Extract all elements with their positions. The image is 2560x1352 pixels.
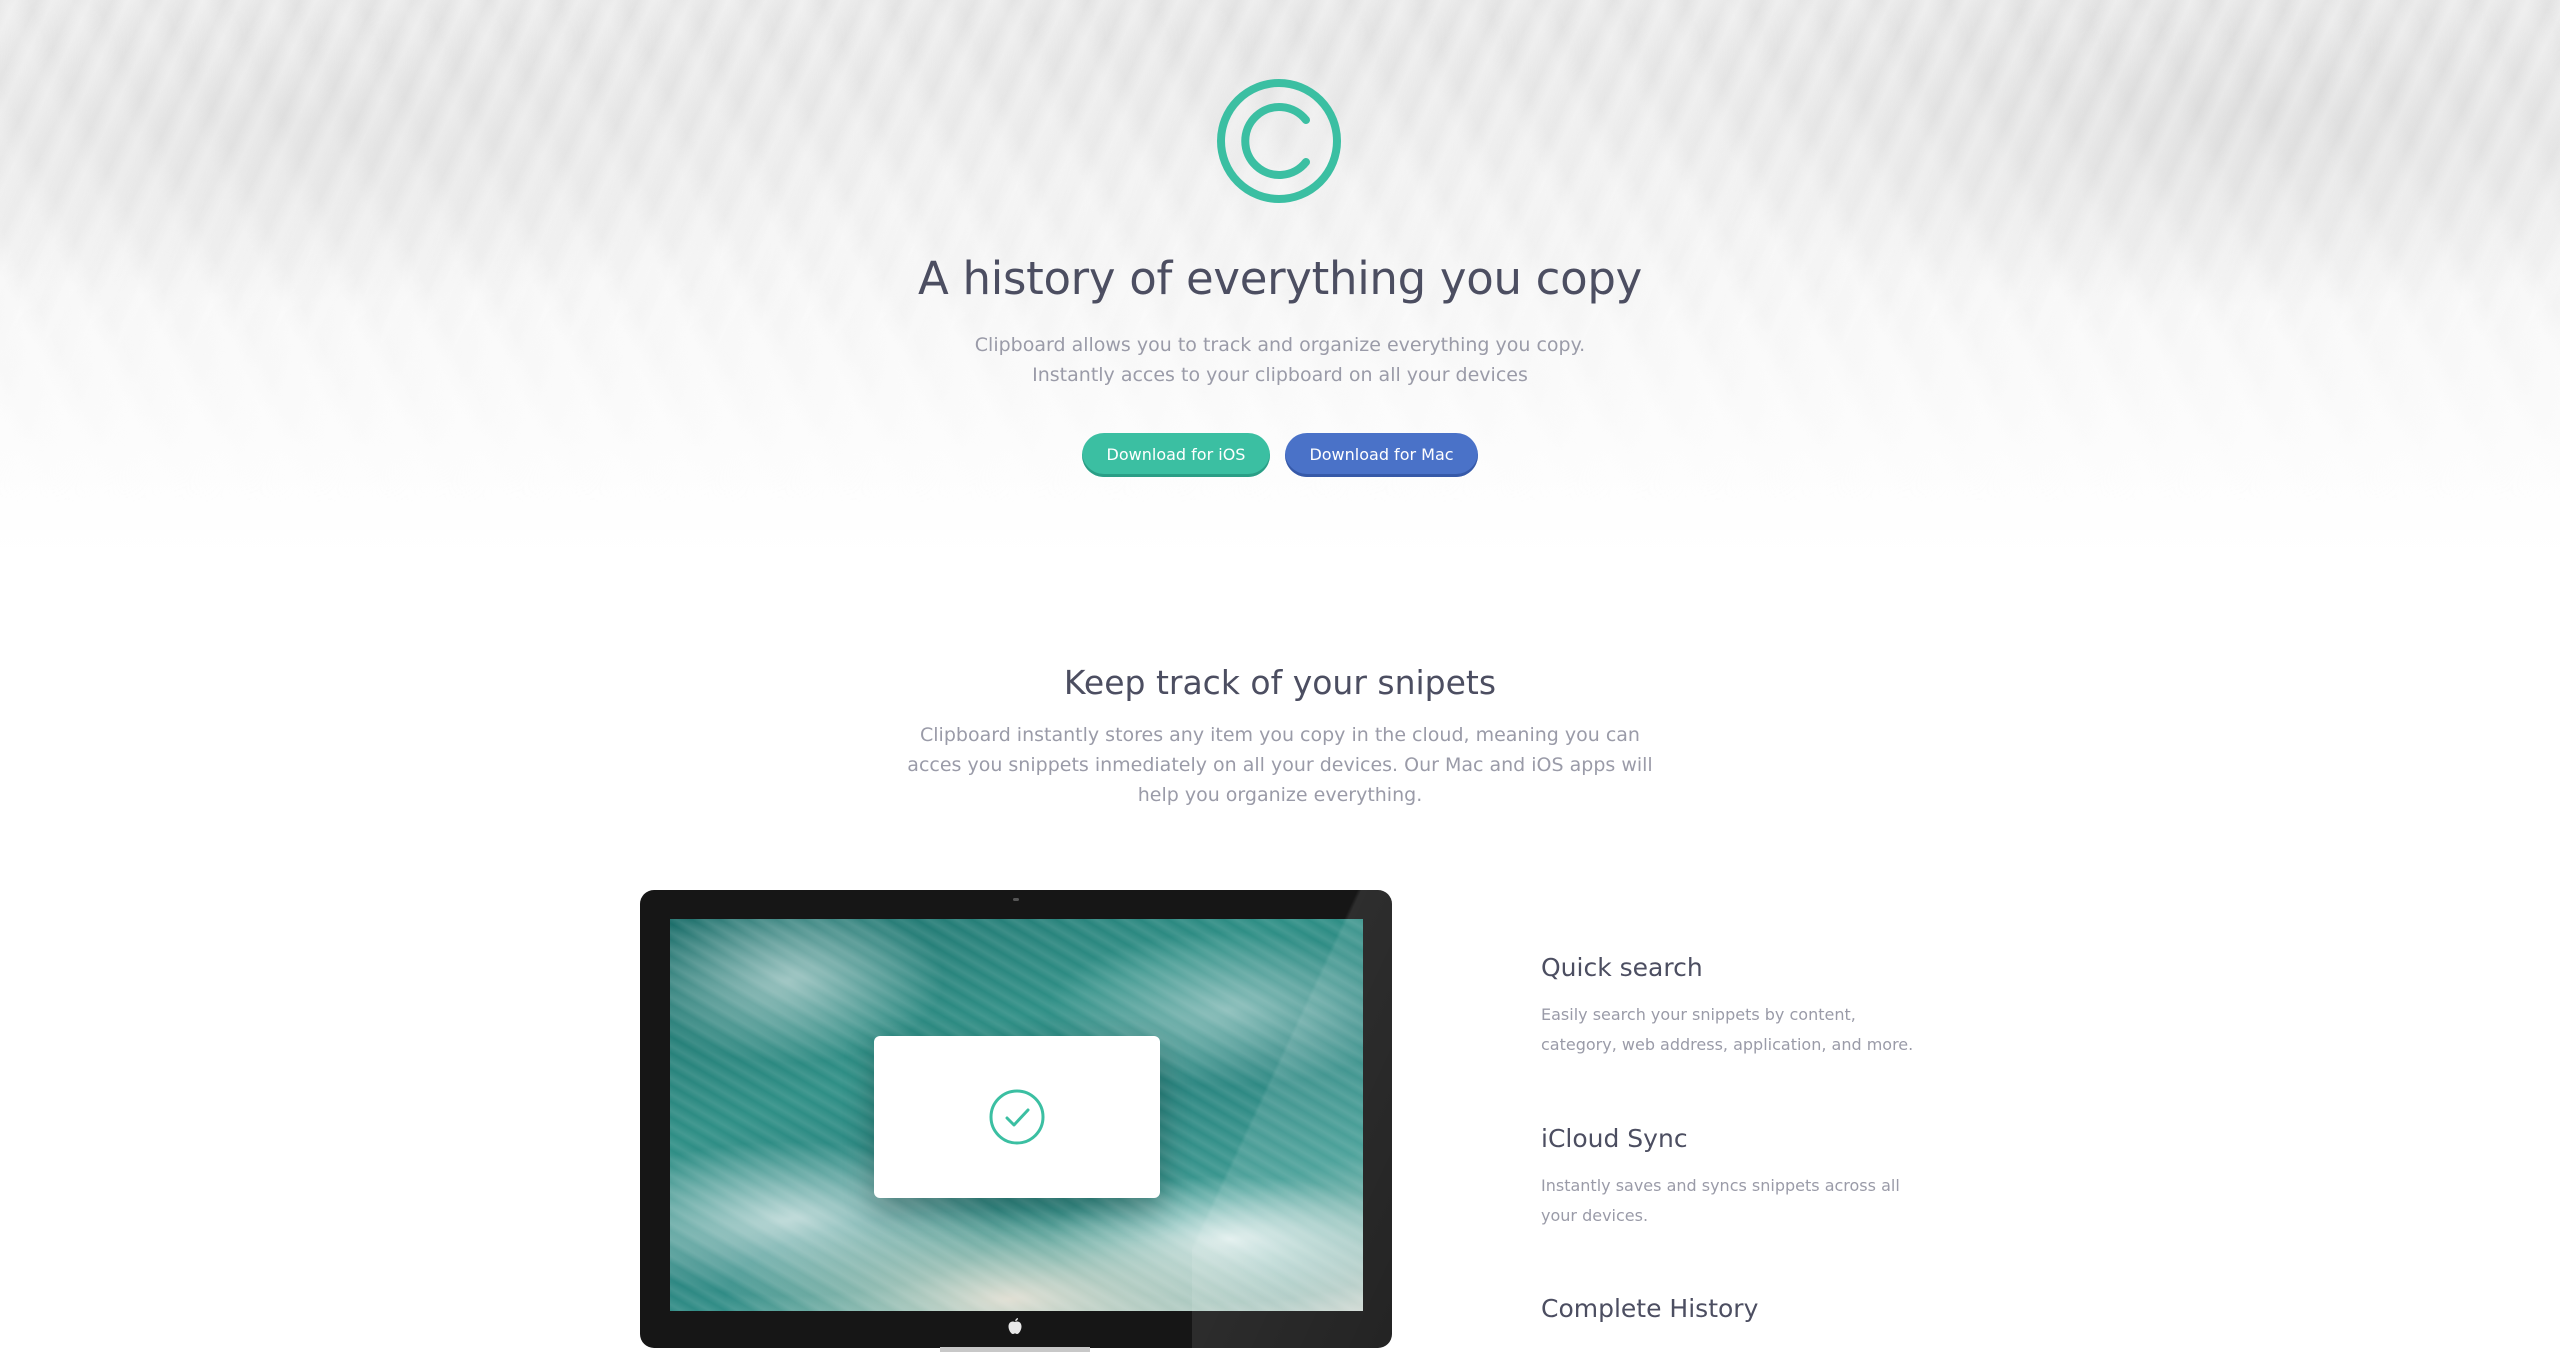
monitor-camera [1013,898,1019,901]
feature-text-quick-search: Easily search your snippets by content, … [1541,1005,1914,1054]
hero-description: Clipboard allows you to track and organi… [974,334,1586,386]
feature-title-quick-search: Quick search [1541,953,1703,982]
download-ios-button[interactable]: Download for iOS [1082,433,1270,477]
feature-title-complete-history: Complete History [1541,1294,1759,1323]
feature-title-icloud-sync: iCloud Sync [1541,1124,1688,1153]
snippets-section-description: Clipboard instantly stores any item you … [907,724,1653,806]
feature-text-icloud-sync: Instantly saves and syncs snippets acros… [1541,1176,1900,1225]
landing-page: A history of everything you copy Clipboa… [0,0,2560,1352]
success-card [874,1036,1160,1198]
snippets-section-title: Keep track of your snipets [1063,663,1497,702]
copyright-circle-icon [1217,79,1341,203]
monitor-stand [940,1347,1090,1352]
download-mac-button[interactable]: Download for Mac [1285,433,1478,477]
computer-monitor-image [640,890,1392,1348]
check-circle-icon [989,1089,1045,1145]
monitor-glare [1192,890,1392,1348]
hero-title: A history of everything you copy [918,252,1642,305]
apple-logo-icon [1008,1318,1022,1334]
